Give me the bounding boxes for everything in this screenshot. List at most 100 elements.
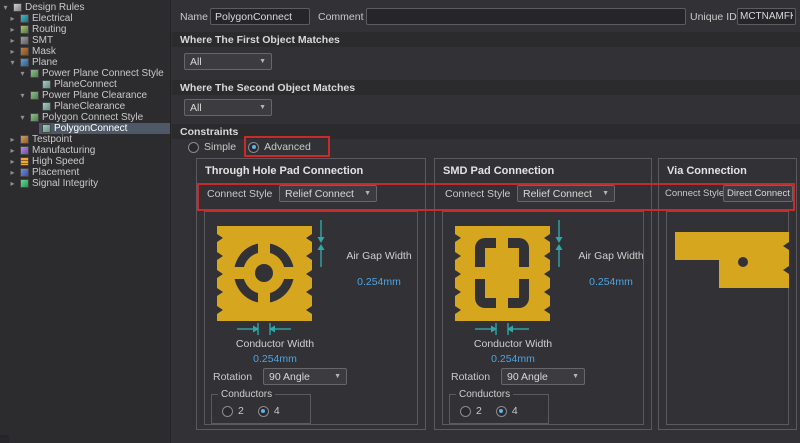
connect-style-dropdown[interactable]: Relief Connect ▼ — [279, 185, 377, 202]
conductors-groupbox: Conductors 2 4 — [449, 394, 549, 424]
second-match-section-header: Where The Second Object Matches — [172, 80, 800, 95]
rotation-dropdown[interactable]: 90 Angle ▼ — [501, 368, 585, 385]
conductors-label: Conductors — [456, 389, 513, 400]
tree-item-signal-integrity[interactable]: ▸ Signal Integrity — [0, 178, 170, 189]
expand-arrow-icon[interactable]: ▸ — [8, 156, 17, 167]
name-label: Name — [180, 11, 208, 23]
conductor-width-label: Conductor Width — [215, 338, 335, 350]
comment-label: Comment — [318, 11, 364, 23]
conductors-4-label[interactable]: 4 — [274, 405, 280, 417]
conductors-2-radio[interactable] — [460, 406, 471, 417]
expand-arrow-icon[interactable]: ▸ — [8, 178, 17, 189]
tree-item-power-plane-connect-style[interactable]: ▾ Power Plane Connect Style — [0, 68, 170, 79]
smd-relief-diagram — [447, 218, 577, 340]
connect-style-label: Connect Style — [665, 188, 724, 199]
tree-item-label: Power Plane Connect Style — [42, 68, 164, 79]
rule-type-icon — [30, 69, 39, 78]
dropdown-value: 90 Angle — [269, 371, 310, 383]
scrollbar-corner — [0, 435, 9, 443]
expand-arrow-icon[interactable]: ▾ — [18, 90, 27, 101]
simple-radio[interactable] — [188, 142, 199, 153]
tree-item-placement[interactable]: ▸ Placement — [0, 167, 170, 178]
expand-arrow-icon[interactable]: ▸ — [8, 134, 17, 145]
design-rules-icon — [13, 3, 22, 12]
tree-item-label: Power Plane Clearance — [42, 90, 147, 101]
connect-style-label: Connect Style — [445, 188, 510, 200]
second-match-dropdown[interactable]: All ▼ — [184, 99, 272, 116]
expand-arrow-icon[interactable]: ▸ — [8, 24, 17, 35]
via-connection-panel: Via Connection Connect Style Direct Conn… — [658, 158, 797, 430]
expand-arrow-icon[interactable]: ▸ — [8, 35, 17, 46]
manufacturing-icon — [20, 146, 29, 155]
tree-item-design-rules[interactable]: ▾ Design Rules — [0, 2, 170, 13]
advanced-radio-label[interactable]: Advanced — [264, 141, 311, 153]
high-speed-icon — [20, 157, 29, 166]
rotation-dropdown[interactable]: 90 Angle ▼ — [263, 368, 347, 385]
conductors-2-radio[interactable] — [222, 406, 233, 417]
pcb-rules-dialog: ▾ Design Rules ▸ Electrical ▸ Routing ▸ … — [0, 0, 800, 443]
air-gap-width-label: Air Gap Width — [337, 250, 421, 262]
conductor-width-value: 0.254mm — [215, 353, 335, 365]
tree-item-mask[interactable]: ▸ Mask — [0, 46, 170, 57]
unique-id-input[interactable] — [737, 8, 796, 25]
constraint-mode-options: Simple Advanced — [188, 141, 311, 153]
tree-item-routing[interactable]: ▸ Routing — [0, 24, 170, 35]
tree-item-electrical[interactable]: ▸ Electrical — [0, 13, 170, 24]
expand-arrow-icon[interactable]: ▸ — [8, 167, 17, 178]
routing-icon — [20, 25, 29, 34]
tree-item-label: SMT — [32, 35, 53, 46]
connect-style-dropdown[interactable]: Direct Connect ▼ — [723, 185, 793, 202]
expand-arrow-icon[interactable]: ▸ — [8, 145, 17, 156]
conductor-width-label: Conductor Width — [453, 338, 573, 350]
tree-item-planeconnect[interactable]: PlaneConnect — [0, 79, 170, 90]
chevron-down-icon: ▼ — [259, 58, 266, 65]
simple-radio-label[interactable]: Simple — [204, 141, 236, 153]
tree-item-planeclearance[interactable]: PlaneClearance — [0, 101, 170, 112]
expand-arrow-icon[interactable]: ▸ — [8, 13, 17, 24]
expand-arrow-icon[interactable]: ▾ — [1, 2, 10, 13]
through-hole-pad-connection-panel: Through Hole Pad Connection Connect Styl… — [196, 158, 426, 430]
tree-item-label: Manufacturing — [32, 145, 95, 156]
tree-item-smt[interactable]: ▸ SMT — [0, 35, 170, 46]
design-rules-tree: ▾ Design Rules ▸ Electrical ▸ Routing ▸ … — [0, 0, 171, 443]
tree-item-plane[interactable]: ▾ Plane — [0, 57, 170, 68]
panel-title: Through Hole Pad Connection — [205, 165, 363, 177]
tree-item-high-speed[interactable]: ▸ High Speed — [0, 156, 170, 167]
expand-arrow-icon[interactable]: ▾ — [18, 68, 27, 79]
air-gap-width-value: 0.254mm — [569, 276, 653, 288]
dropdown-value: All — [190, 102, 202, 114]
tree-item-power-plane-clearance[interactable]: ▾ Power Plane Clearance — [0, 90, 170, 101]
expand-arrow-icon[interactable]: ▾ — [18, 112, 27, 123]
connection-preview-box: Air Gap Width 0.254mm Conductor Width 0.… — [204, 211, 418, 425]
first-match-dropdown[interactable]: All ▼ — [184, 53, 272, 70]
conductors-2-label[interactable]: 2 — [238, 405, 244, 417]
smt-icon — [20, 36, 29, 45]
dropdown-value: All — [190, 56, 202, 68]
rotation-label: Rotation — [451, 371, 490, 383]
rule-type-icon — [30, 91, 39, 100]
dropdown-value: Relief Connect — [285, 188, 354, 200]
tree-item-polygonconnect[interactable]: PolygonConnect — [0, 123, 170, 134]
connect-style-dropdown[interactable]: Relief Connect ▼ — [517, 185, 615, 202]
electrical-icon — [20, 14, 29, 23]
expand-arrow-icon[interactable]: ▾ — [8, 57, 17, 68]
tree-item-testpoint[interactable]: ▸ Testpoint — [0, 134, 170, 145]
name-input[interactable] — [210, 8, 310, 25]
tree-item-polygon-connect-style[interactable]: ▾ Polygon Connect Style — [0, 112, 170, 123]
comment-input[interactable] — [366, 8, 686, 25]
through-hole-relief-diagram — [209, 218, 339, 340]
signal-integrity-icon — [20, 179, 29, 188]
conductors-4-label[interactable]: 4 — [512, 405, 518, 417]
conductors-groupbox: Conductors 2 4 — [211, 394, 311, 424]
tree-item-label: Polygon Connect Style — [42, 112, 143, 123]
conductors-2-label[interactable]: 2 — [476, 405, 482, 417]
advanced-radio[interactable] — [248, 142, 259, 153]
expand-arrow-icon[interactable]: ▸ — [8, 46, 17, 57]
conductors-4-radio[interactable] — [496, 406, 507, 417]
tree-item-manufacturing[interactable]: ▸ Manufacturing — [0, 145, 170, 156]
smd-pad-connection-panel: SMD Pad Connection Connect Style Relief … — [434, 158, 652, 430]
tree-item-label: Design Rules — [25, 2, 84, 13]
mask-icon — [20, 47, 29, 56]
conductors-4-radio[interactable] — [258, 406, 269, 417]
testpoint-icon — [20, 135, 29, 144]
